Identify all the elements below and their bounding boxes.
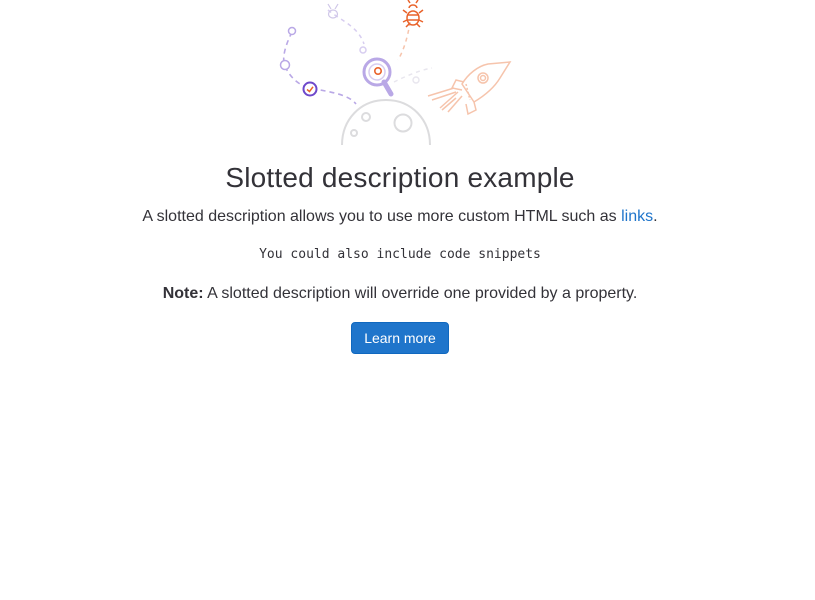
empty-state-note: Note: A slotted description will overrid… [0,283,800,305]
trail-path-icon [397,21,411,61]
trail-dot-icon [279,59,291,71]
learn-more-button[interactable]: Learn more [351,322,449,354]
bug-icon [402,0,424,28]
description-period: . [653,208,658,225]
code-snippet: You could also include code snippets [0,246,800,264]
note-label: Note: [162,285,204,302]
description-text: A slotted description allows you to use … [142,208,622,225]
trail-dot-icon [287,26,297,36]
trail-path-icon [282,31,357,105]
trail-path-icon [327,9,365,45]
empty-state-title: Slotted description example [225,162,575,193]
description-link[interactable]: links [621,208,653,225]
code-text: You could also include code snippets [259,247,541,262]
checkmark-icon [302,81,318,97]
trail-dot-icon [359,46,367,54]
magnifier-icon [362,57,394,97]
small-bug-icon [327,3,339,19]
planet-icon [341,98,431,145]
trail-dot-icon [412,76,420,84]
rocket-icon [427,61,512,116]
empty-state-illustration [279,0,512,145]
empty-state-description: A slotted description allows you to use … [0,206,800,228]
note-text: A slotted description will override one … [203,285,638,302]
